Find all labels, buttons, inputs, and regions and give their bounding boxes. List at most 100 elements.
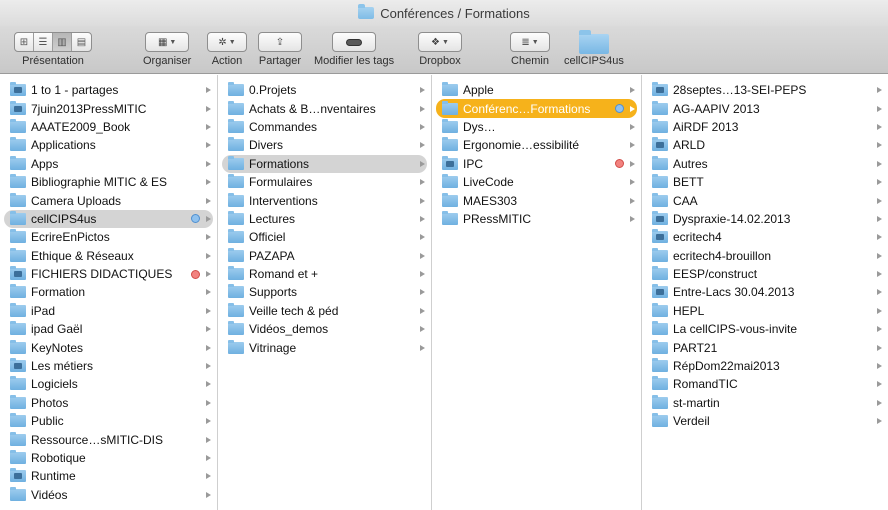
- list-item[interactable]: Lectures: [222, 210, 427, 228]
- list-item[interactable]: Officiel: [222, 228, 427, 246]
- disclosure-arrow-icon: [206, 197, 211, 204]
- folder-icon: [652, 321, 668, 336]
- list-item[interactable]: La cellCIPS-vous-invite: [646, 320, 884, 338]
- list-item[interactable]: Dyspraxie-14.02.2013: [646, 210, 884, 228]
- list-item[interactable]: ecritech4: [646, 228, 884, 246]
- list-item[interactable]: Supports: [222, 283, 427, 301]
- list-item[interactable]: Formation: [4, 283, 213, 301]
- list-view-button[interactable]: ☰: [34, 33, 53, 51]
- action-button[interactable]: ✲ ▼: [207, 32, 247, 52]
- list-item[interactable]: PRessMITIC: [436, 210, 637, 228]
- organiser-button[interactable]: ▦ ▼: [145, 32, 190, 52]
- column-3[interactable]: Apple Conférenc…Formations Dys… Ergonomie…e…: [432, 75, 642, 510]
- coverflow-view-button[interactable]: ▤: [72, 33, 91, 51]
- list-item[interactable]: Robotique: [4, 449, 213, 467]
- list-item[interactable]: Formations: [222, 154, 427, 173]
- list-item[interactable]: CAA: [646, 191, 884, 209]
- column-2[interactable]: 0.Projets Achats & B…nventaires Commandes D…: [218, 75, 432, 510]
- list-item[interactable]: KeyNotes: [4, 338, 213, 356]
- folder-icon: [10, 413, 26, 428]
- share-button[interactable]: ⇪: [258, 32, 302, 52]
- organiser-group: ▦ ▼ Organiser: [143, 32, 191, 67]
- list-item[interactable]: AG-AAPIV 2013: [646, 99, 884, 117]
- list-item[interactable]: Applications: [4, 136, 213, 154]
- list-item[interactable]: IPC: [436, 155, 637, 173]
- list-item[interactable]: RépDom22mai2013: [646, 357, 884, 375]
- list-item[interactable]: 0.Projets: [222, 81, 427, 99]
- column-4[interactable]: 28septes…13-SEI-PEPS AG-AAPIV 2013 AiRDF 2…: [642, 75, 888, 510]
- list-item[interactable]: PAZAPA: [222, 247, 427, 265]
- dropbox-button[interactable]: ❖ ▼: [418, 32, 462, 52]
- disclosure-arrow-icon: [420, 197, 425, 204]
- folder-shortcut-icon[interactable]: [578, 30, 609, 54]
- icon-view-button[interactable]: ⊞: [15, 33, 34, 51]
- list-item[interactable]: 1 to 1 - partages: [4, 81, 213, 99]
- shared-folder-icon: [10, 100, 26, 115]
- list-item[interactable]: Entre-Lacs 30.04.2013: [646, 283, 884, 301]
- list-item[interactable]: FICHIERS DIDACTIQUES: [4, 265, 213, 283]
- list-item[interactable]: Apple: [436, 81, 637, 99]
- list-item[interactable]: Achats & B…nventaires: [222, 99, 427, 117]
- list-item[interactable]: EESP/construct: [646, 265, 884, 283]
- folder-icon: [10, 339, 26, 354]
- disclosure-arrow-icon: [420, 105, 425, 112]
- list-item[interactable]: Vidéos_demos: [222, 320, 427, 338]
- list-item[interactable]: Verdeil: [646, 412, 884, 430]
- list-item[interactable]: ARLD: [646, 136, 884, 154]
- list-item[interactable]: PART21: [646, 338, 884, 356]
- list-item[interactable]: Vitrinage: [222, 338, 427, 356]
- list-item[interactable]: Les métiers: [4, 357, 213, 375]
- list-item[interactable]: Dys…: [436, 118, 637, 136]
- list-item-label: 28septes…13-SEI-PEPS: [673, 83, 807, 98]
- list-item[interactable]: Ergonomie…essibilité: [436, 136, 637, 154]
- list-item[interactable]: HEPL: [646, 302, 884, 320]
- view-mode-segmented-control[interactable]: ⊞ ☰ ▥ ▤: [14, 32, 92, 52]
- list-item[interactable]: Logiciels: [4, 375, 213, 393]
- column-1[interactable]: 1 to 1 - partages 7juin2013PressMITIC AAAT…: [0, 75, 218, 510]
- disclosure-arrow-icon: [877, 381, 882, 388]
- list-item[interactable]: Public: [4, 412, 213, 430]
- list-item[interactable]: Divers: [222, 136, 427, 154]
- column-view-button[interactable]: ▥: [53, 33, 72, 51]
- list-item[interactable]: ipad Gaël: [4, 320, 213, 338]
- list-item[interactable]: AiRDF 2013: [646, 118, 884, 136]
- list-item[interactable]: Veille tech & péd: [222, 302, 427, 320]
- list-item[interactable]: Ethique & Réseaux: [4, 247, 213, 265]
- list-item[interactable]: AAATE2009_Book: [4, 118, 213, 136]
- disclosure-arrow-icon: [206, 363, 211, 370]
- list-item[interactable]: Apps: [4, 155, 213, 173]
- list-item[interactable]: Romand et +: [222, 265, 427, 283]
- list-item[interactable]: Bibliographie MITIC & ES: [4, 173, 213, 191]
- window-titlebar[interactable]: Conférences / Formations: [0, 0, 888, 26]
- list-item[interactable]: LiveCode: [436, 173, 637, 191]
- list-item[interactable]: Autres: [646, 155, 884, 173]
- list-item[interactable]: Vidéos: [4, 486, 213, 504]
- list-item[interactable]: Photos: [4, 394, 213, 412]
- path-button[interactable]: ≣ ▼: [510, 32, 550, 52]
- list-item[interactable]: ecritech4-brouillon: [646, 247, 884, 265]
- list-item[interactable]: Commandes: [222, 118, 427, 136]
- list-item[interactable]: 7juin2013PressMITIC: [4, 99, 213, 117]
- list-item-label: Les métiers: [31, 359, 94, 374]
- tag-dot-icon: [615, 104, 624, 114]
- list-item[interactable]: Runtime: [4, 467, 213, 485]
- list-item[interactable]: cellCIPS4us: [4, 209, 213, 229]
- folder-icon: [652, 302, 668, 317]
- list-item[interactable]: Interventions: [222, 191, 427, 209]
- edit-tags-button[interactable]: [332, 32, 377, 52]
- window-title: Conférences / Formations: [380, 5, 530, 21]
- list-item[interactable]: RomandTIC: [646, 375, 884, 393]
- list-item[interactable]: st-martin: [646, 394, 884, 412]
- list-item[interactable]: Conférenc…Formations: [436, 99, 637, 118]
- list-item[interactable]: MAES303: [436, 191, 637, 209]
- tag-icon: [346, 38, 363, 46]
- list-item[interactable]: EcrireEnPictos: [4, 228, 213, 246]
- list-item[interactable]: Ressource…sMITIC-DIS: [4, 430, 213, 448]
- list-item[interactable]: BETT: [646, 173, 884, 191]
- list-item-label: LiveCode: [463, 175, 514, 190]
- list-item[interactable]: Camera Uploads: [4, 191, 213, 209]
- list-item[interactable]: Formulaires: [222, 173, 427, 191]
- shared-folder-icon: [442, 155, 458, 170]
- list-item[interactable]: iPad: [4, 302, 213, 320]
- list-item[interactable]: 28septes…13-SEI-PEPS: [646, 81, 884, 99]
